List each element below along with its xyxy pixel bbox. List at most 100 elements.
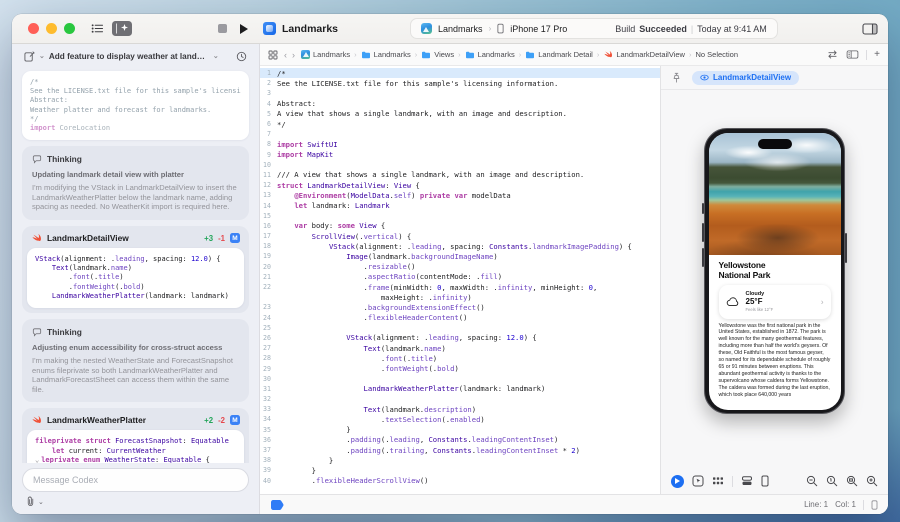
thinking-body: I'm making the nested WeatherState and F… [32,356,233,394]
zoom-actual-size-icon[interactable] [826,475,838,487]
message-input[interactable] [33,475,238,485]
code-line[interactable]: 7 [260,129,660,139]
line-number: 17 [263,232,271,241]
build-status[interactable]: Build Succeeded | Today at 9:41 AM [615,24,766,34]
breadcrumb-item[interactable]: Landmarks [301,50,350,59]
run-button[interactable] [239,23,249,35]
swap-editor-icon[interactable] [826,50,839,59]
pin-preview-icon[interactable] [671,72,682,83]
file-diff-card[interactable]: LandmarkDetailView +3 -1 M VStack(alignm… [22,226,249,314]
code-line[interactable]: 13 @Environment(ModelData.self) private … [260,190,660,200]
code-line[interactable]: 38 } [260,455,660,465]
code-line[interactable]: 18 VStack(alignment: .leading, spacing: … [260,241,660,251]
navigate-forward-icon[interactable]: › [292,50,295,60]
code-line[interactable]: 4 Abstract: [260,99,660,109]
zoom-to-fit-icon[interactable] [846,475,858,487]
code-line[interactable]: 34 .textSelection(.enabled) [260,414,660,424]
fullscreen-window-button[interactable] [64,23,75,34]
code-line[interactable]: maxHeight: .infinity) [260,292,660,302]
minimize-window-button[interactable] [46,23,57,34]
code-line[interactable]: 15 [260,211,660,221]
source-editor[interactable]: 1/* 2 See the LICENSE.txt file for this sa… [260,66,660,494]
preview-chip[interactable]: LandmarkDetailView [692,70,800,85]
selectable-mode-icon[interactable] [692,475,704,487]
breadcrumb-item[interactable]: Landmarks [361,50,411,59]
breadcrumb-separator: › [518,50,522,59]
chat-list-icon[interactable] [91,23,104,34]
scheme-name[interactable]: Landmarks [438,24,483,34]
history-icon[interactable] [236,51,247,62]
thinking-card[interactable]: Thinking Updating landmark detail view w… [22,146,249,220]
variants-mode-icon[interactable] [712,475,724,487]
code-line[interactable]: 27 Text(landmark.name) [260,343,660,353]
code-line[interactable]: 6 */ [260,119,660,129]
code-line[interactable]: 20 .resizable() [260,262,660,272]
breadcrumb-item[interactable]: No Selection [695,50,738,59]
attachment-icon[interactable] [26,496,35,507]
code-line[interactable]: 29 .fontWeight(.bold) [260,363,660,373]
chevron-down-icon[interactable]: ⌄ [39,52,45,60]
breadcrumb-item[interactable]: Landmark Detail [525,50,593,59]
code-line[interactable]: 35 } [260,425,660,435]
zoom-out-icon[interactable] [806,475,818,487]
run-destination[interactable]: iPhone 17 Pro [510,24,567,34]
new-assistant-chat-icon[interactable] [112,21,132,36]
chat-title[interactable]: Add feature to display weather at landma… [49,52,209,61]
code-line[interactable]: 24 .flexibleHeaderContent() [260,313,660,323]
message-composer[interactable] [22,468,249,492]
breadcrumb-item[interactable]: Landmarks [465,50,515,59]
code-line[interactable]: 39 } [260,465,660,475]
related-items-icon[interactable] [268,50,278,60]
code-line[interactable]: 12 struct LandmarkDetailView: View { [260,180,660,190]
code-line[interactable]: 11/// A view that shows a single landmar… [260,170,660,180]
attachment-chevron-icon[interactable]: ⌄ [38,498,44,506]
code-line[interactable]: 1/* [260,68,660,79]
code-line[interactable]: 25 [260,323,660,333]
chevron-right-icon: › [820,297,824,306]
color-scheme-icon[interactable] [741,475,753,487]
code-line[interactable]: 31 LandmarkWeatherPlatter(landmark: land… [260,384,660,394]
code-line[interactable]: 40 .flexibleHeaderScrollView() [260,476,660,486]
compose-icon[interactable] [24,50,35,62]
device-settings-icon[interactable] [761,475,769,487]
breadcrumb-item[interactable]: Views [421,50,454,59]
weather-platter[interactable]: Cloudy 25°F Feels like 12°F › [718,284,831,319]
code-line[interactable]: 8 import SwiftUI [260,139,660,149]
code-line[interactable]: 21 .aspectRatio(contentMode: .fill) [260,272,660,282]
code-line[interactable]: 3 [260,88,660,98]
code-line[interactable]: 26 VStack(alignment: .leading, spacing: … [260,333,660,343]
code-line[interactable]: 19 Image(landmark.backgroundImageName) [260,251,660,261]
code-line[interactable]: 28 .font(.title) [260,353,660,363]
code-line[interactable]: 2 See the LICENSE.txt file for this sampl… [260,78,660,88]
code-line[interactable]: 22 .frame(minWidth: 0, maxWidth: .infini… [260,282,660,292]
code-line[interactable]: 36 .padding(.leading, Constants.leadingC… [260,435,660,445]
device-status-icon[interactable] [871,499,878,510]
code-line[interactable]: 33 Text(landmark.description) [260,404,660,414]
file-diff-card[interactable]: LandmarkWeatherPlatter +2 -2 M filepriva… [22,408,249,463]
code-line[interactable]: 32 [260,394,660,404]
chevron-down-icon[interactable]: ⌄ [213,52,219,60]
chevron-down-icon[interactable]: ⌄ [35,456,39,463]
code-line[interactable]: 5A view that shows a single landmark, wi… [260,109,660,119]
code-line[interactable]: 37 .padding(.trailing, Constants.leading… [260,445,660,455]
stop-button[interactable] [218,24,227,33]
code-line[interactable]: 17 ScrollView(.vertical) { [260,231,660,241]
code-line[interactable]: 9 import MapKit [260,150,660,160]
navigate-back-icon[interactable]: ‹ [284,50,287,60]
code-line[interactable]: 23 .backgroundExtensionEffect() [260,302,660,312]
inspector-toggle-icon[interactable] [862,22,878,35]
code-line[interactable]: 10 [260,160,660,170]
breadcrumb-item[interactable]: LandmarkDetailView [603,50,685,59]
code-line[interactable]: 16 var body: some View { [260,221,660,231]
editor-options-icon[interactable] [846,50,859,59]
iphone-screen[interactable]: Yellowstone National Park Cloudy 25°F Fe… [708,132,841,410]
live-preview-button[interactable] [671,474,684,488]
code-line[interactable]: 14 let landmark: Landmark [260,200,660,210]
iphone-preview[interactable]: Yellowstone National Park Cloudy 25°F Fe… [702,128,847,414]
close-window-button[interactable] [28,23,39,34]
assistant-status-icon[interactable] [270,499,284,511]
thinking-card[interactable]: Thinking Adjusting enum accessibility fo… [22,319,249,403]
code-line[interactable]: 30 [260,374,660,384]
zoom-in-icon[interactable] [866,475,878,487]
add-editor-icon[interactable]: + [874,49,880,60]
